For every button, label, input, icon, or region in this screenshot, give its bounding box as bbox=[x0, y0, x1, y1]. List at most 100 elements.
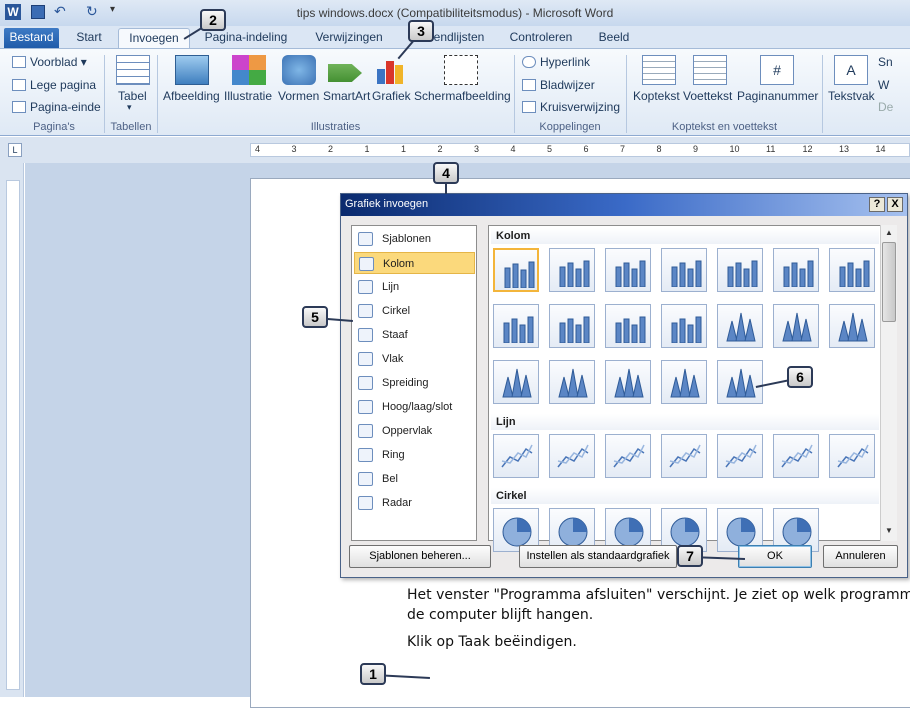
section-header-cirkel: Cirkel bbox=[491, 488, 879, 504]
vertical-ruler[interactable] bbox=[6, 180, 20, 690]
title-bar: W ↶ ↻ ▾ tips windows.docx (Compatibilite… bbox=[0, 0, 910, 26]
voorblad-button[interactable]: Voorblad ▾ bbox=[12, 55, 87, 69]
scroll-down-arrow[interactable]: ▼ bbox=[882, 524, 896, 538]
chart-type-thumbnail[interactable] bbox=[549, 360, 595, 404]
footer-icon[interactable] bbox=[693, 55, 727, 85]
set-default-chart-button[interactable]: Instellen als standaardgrafiek bbox=[519, 545, 677, 568]
clip-art-icon[interactable] bbox=[232, 55, 266, 85]
illustratie-button[interactable]: Illustratie bbox=[224, 89, 272, 103]
screenshot-icon[interactable] bbox=[444, 55, 478, 85]
chart-type-thumbnail[interactable] bbox=[493, 248, 539, 292]
quick-parts-button[interactable]: Sn bbox=[878, 55, 893, 69]
category-item[interactable]: Hoog/laag/slot bbox=[354, 396, 475, 418]
table-icon[interactable] bbox=[116, 55, 150, 85]
group-label-paginas: Pagina's bbox=[33, 121, 75, 133]
column-chart-icon bbox=[727, 260, 758, 287]
wordart-button[interactable]: W bbox=[878, 78, 889, 92]
textbox-icon[interactable]: A bbox=[834, 55, 868, 85]
shapes-icon[interactable] bbox=[282, 55, 316, 85]
smartart-button[interactable]: SmartArt bbox=[323, 89, 370, 103]
tekstvak-button[interactable]: Tekstvak bbox=[828, 89, 875, 103]
ok-button[interactable]: OK bbox=[738, 545, 812, 568]
kruisverwijzing-button[interactable]: Kruisverwijzing bbox=[522, 100, 620, 114]
chart-type-thumbnail[interactable] bbox=[829, 434, 875, 478]
manage-templates-button[interactable]: Sjablonen beheren... bbox=[349, 545, 491, 568]
header-icon[interactable] bbox=[642, 55, 676, 85]
schermafbeelding-button[interactable]: Schermafbeelding bbox=[414, 89, 511, 103]
tab-bestand[interactable]: Bestand bbox=[4, 28, 59, 49]
chart-type-thumbnail[interactable] bbox=[549, 434, 595, 478]
tab-start[interactable]: Start bbox=[70, 28, 108, 49]
tab-pagina-indeling[interactable]: Pagina-indeling bbox=[198, 28, 294, 49]
tabel-button[interactable]: Tabel bbox=[118, 89, 147, 103]
chart-type-thumbnail[interactable] bbox=[661, 304, 707, 348]
tab-invoegen[interactable]: Invoegen bbox=[118, 28, 190, 49]
category-item[interactable]: Radar bbox=[354, 492, 475, 514]
lege-pagina-button[interactable]: Lege pagina bbox=[12, 78, 96, 92]
page-number-icon[interactable]: # bbox=[760, 55, 794, 85]
tab-controleren[interactable]: Controleren bbox=[504, 28, 578, 49]
category-label: Sjablonen bbox=[382, 233, 431, 245]
category-icon bbox=[358, 328, 373, 342]
category-item[interactable]: Spreiding bbox=[354, 372, 475, 394]
grafiek-button[interactable]: Grafiek bbox=[372, 89, 411, 103]
voettekst-button[interactable]: Voettekst bbox=[683, 89, 732, 103]
category-item[interactable]: Lijn bbox=[354, 276, 475, 298]
chart-type-thumbnail[interactable] bbox=[605, 248, 651, 292]
pagina-einde-button[interactable]: Pagina-einde bbox=[12, 100, 101, 114]
chart-type-thumbnail[interactable] bbox=[829, 304, 875, 348]
chart-type-thumbnail[interactable] bbox=[773, 304, 819, 348]
chart-type-thumbnail[interactable] bbox=[549, 304, 595, 348]
chart-type-thumbnail[interactable] bbox=[605, 360, 651, 404]
chart-type-thumbnail[interactable] bbox=[493, 304, 539, 348]
bladwijzer-button[interactable]: Bladwijzer bbox=[522, 78, 595, 92]
chart-type-thumbnail[interactable] bbox=[717, 434, 763, 478]
chart-type-thumbnail[interactable] bbox=[493, 434, 539, 478]
chart-icon[interactable] bbox=[375, 55, 409, 85]
tab-beeld[interactable]: Beeld bbox=[592, 28, 636, 49]
scroll-thumb[interactable] bbox=[882, 242, 896, 322]
picture-icon[interactable] bbox=[175, 55, 209, 85]
category-item[interactable]: Oppervlak bbox=[354, 420, 475, 442]
category-icon bbox=[358, 376, 373, 390]
chart-type-thumbnail[interactable] bbox=[493, 360, 539, 404]
column-chart-icon bbox=[839, 260, 870, 287]
chart-type-thumbnail[interactable] bbox=[717, 248, 763, 292]
help-button[interactable]: ? bbox=[869, 197, 885, 212]
horizontal-ruler[interactable]: 4 3 2 1 1 2 3 4 5 6 7 8 9 10 11 12 13 14 bbox=[250, 143, 910, 157]
chart-type-thumbnail[interactable] bbox=[549, 248, 595, 292]
chart-type-thumbnail[interactable] bbox=[717, 304, 763, 348]
gallery-scrollbar[interactable]: ▲ ▼ bbox=[880, 225, 897, 541]
chart-type-thumbnail[interactable] bbox=[773, 248, 819, 292]
close-button[interactable]: X bbox=[887, 197, 903, 212]
hyperlink-button[interactable]: Hyperlink bbox=[522, 55, 590, 69]
tab-verwijzingen[interactable]: Verwijzingen bbox=[308, 28, 390, 49]
afbeelding-button[interactable]: Afbeelding bbox=[163, 89, 220, 103]
chart-type-thumbnail[interactable] bbox=[717, 360, 763, 404]
line-chart-icon bbox=[781, 444, 813, 468]
chart-type-thumbnail[interactable] bbox=[829, 248, 875, 292]
category-label: Spreiding bbox=[382, 377, 429, 389]
chart-type-thumbnail[interactable] bbox=[661, 434, 707, 478]
tab-selector[interactable]: L bbox=[8, 143, 22, 157]
smartart-icon[interactable] bbox=[328, 64, 362, 82]
category-item[interactable]: Kolom bbox=[354, 252, 475, 274]
category-item[interactable]: Cirkel bbox=[354, 300, 475, 322]
chart-type-thumbnail[interactable] bbox=[605, 434, 651, 478]
category-item[interactable]: Bel bbox=[354, 468, 475, 490]
cone-chart-icon bbox=[558, 368, 588, 398]
koptekst-button[interactable]: Koptekst bbox=[633, 89, 680, 103]
chart-type-thumbnail[interactable] bbox=[661, 360, 707, 404]
vormen-button[interactable]: Vormen bbox=[278, 89, 319, 103]
chart-type-thumbnail[interactable] bbox=[605, 304, 651, 348]
chart-type-thumbnail[interactable] bbox=[661, 248, 707, 292]
paginanummer-button[interactable]: Paginanummer bbox=[737, 89, 818, 103]
cancel-button[interactable]: Annuleren bbox=[823, 545, 898, 568]
drop-cap-button[interactable]: De bbox=[878, 100, 893, 114]
scroll-up-arrow[interactable]: ▲ bbox=[882, 226, 896, 240]
category-item[interactable]: Ring bbox=[354, 444, 475, 466]
category-item[interactable]: Sjablonen bbox=[354, 228, 475, 250]
category-item[interactable]: Staaf bbox=[354, 324, 475, 346]
chart-type-thumbnail[interactable] bbox=[773, 434, 819, 478]
category-item[interactable]: Vlak bbox=[354, 348, 475, 370]
